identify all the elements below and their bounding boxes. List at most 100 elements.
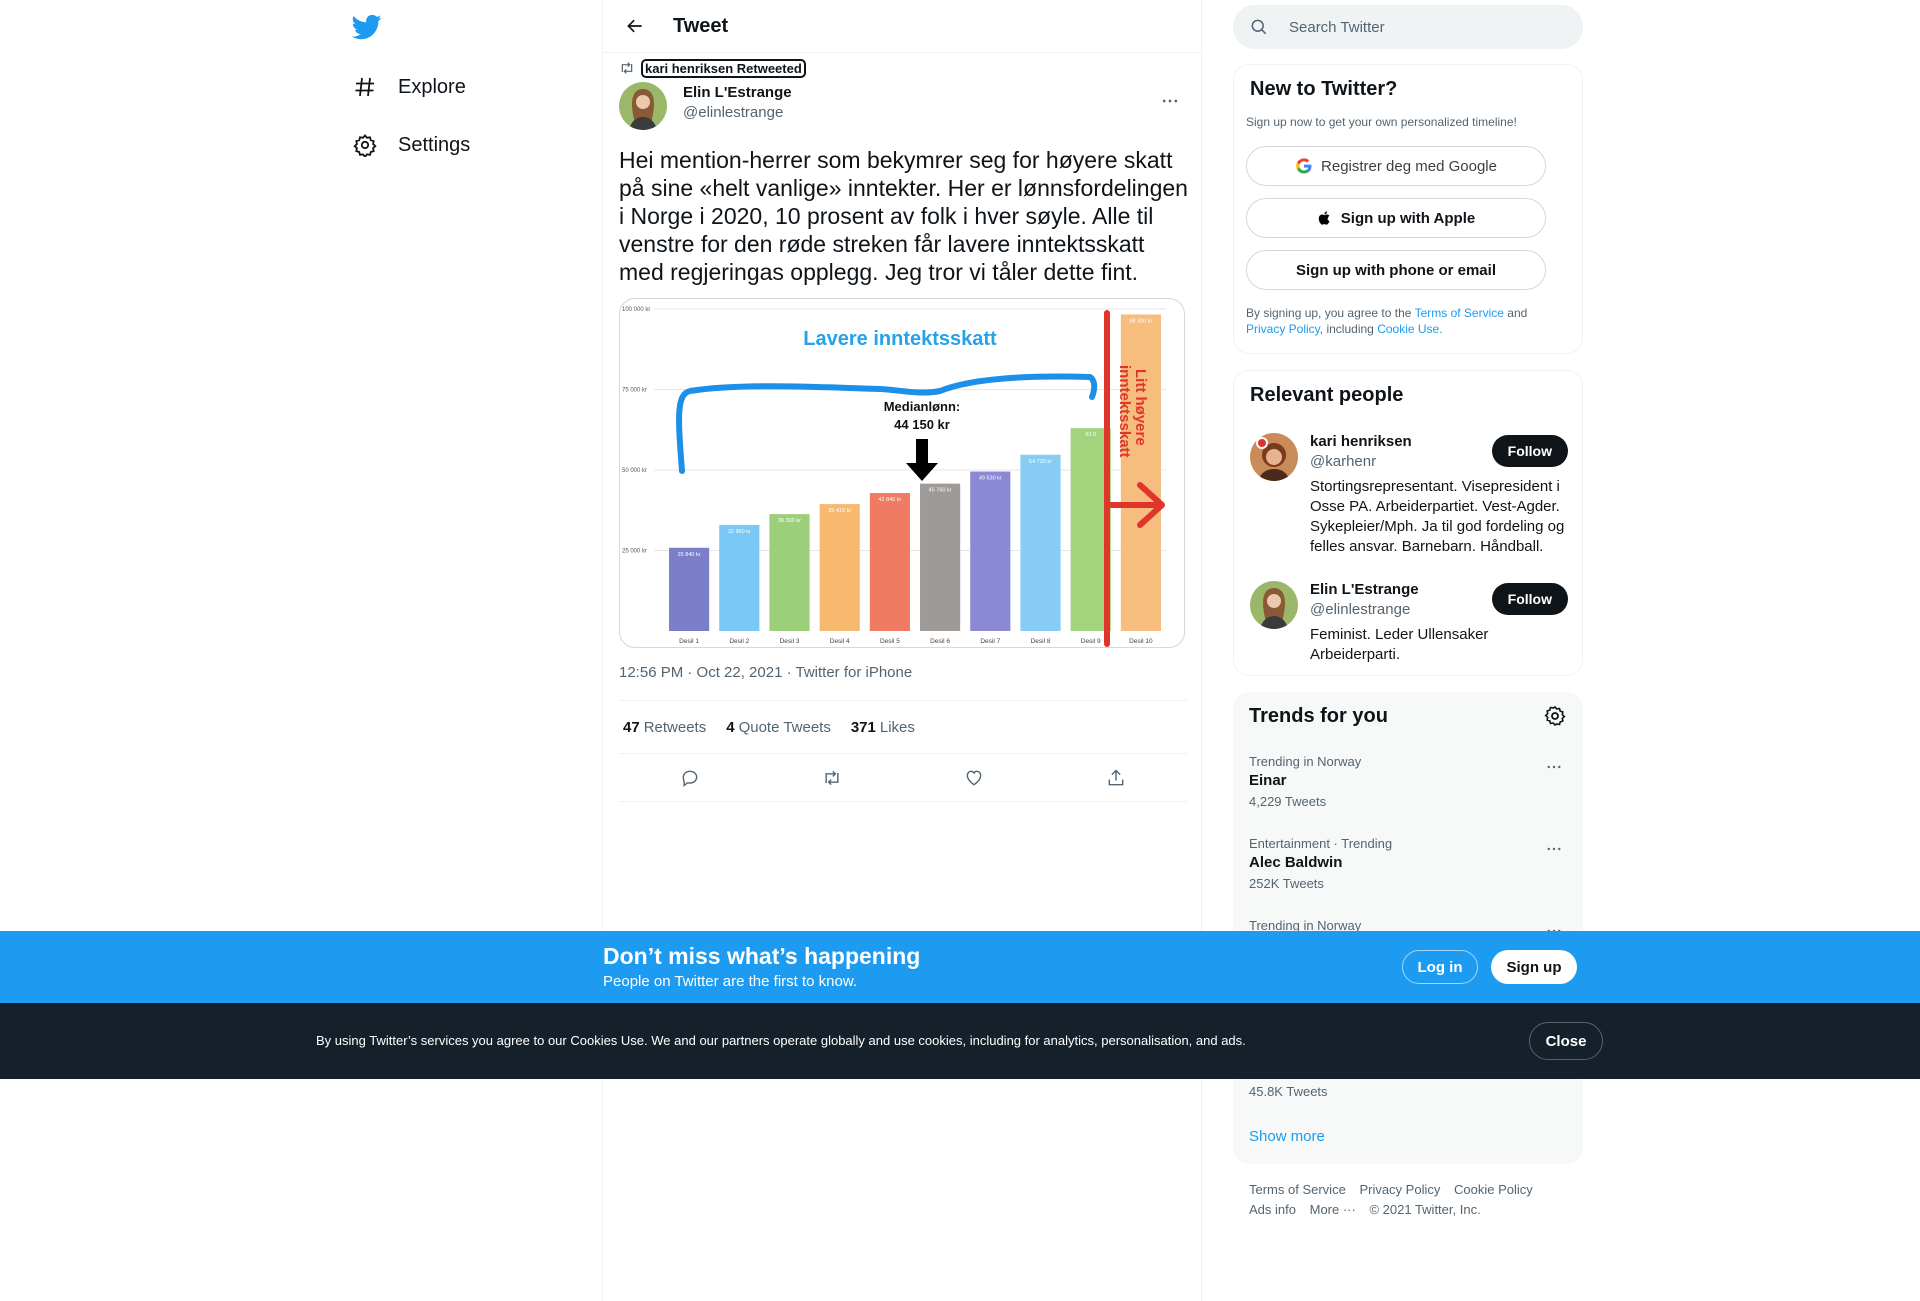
- income-distribution-chart: 25 000 kr 50 000 kr 75 000 kr 100 000 kr 25…: [622, 307, 1166, 647]
- person-bio: Stortingsrepresentant. Visepresident i O…: [1310, 478, 1565, 555]
- retweets-count: 47: [623, 718, 640, 736]
- share-button[interactable]: [1098, 760, 1134, 796]
- trend-item[interactable]: Entertainment · Trending Alec Baldwin 25…: [1249, 836, 1567, 891]
- phone-email-signup-button[interactable]: Sign up with phone or email: [1246, 250, 1546, 290]
- chart-bar: [1120, 314, 1161, 631]
- x-tick-label: Desil 8: [1031, 638, 1051, 645]
- relevant-person[interactable]: kari henriksen @karhenr Stortingsreprese…: [1250, 433, 1568, 563]
- new-to-twitter-card: New to Twitter? Sign up now to get your …: [1233, 64, 1583, 354]
- footer-privacy-link[interactable]: Privacy Policy: [1359, 1182, 1440, 1197]
- chart-bar: [769, 514, 810, 631]
- author-name[interactable]: Elin L'Estrange: [683, 84, 792, 101]
- login-button[interactable]: Log in: [1402, 950, 1478, 984]
- terms-link[interactable]: Terms of Service: [1415, 306, 1504, 320]
- tweet-detail-column: Tweet kari henriksen Retweeted Elin L'Es…: [602, 0, 1202, 1301]
- new-to-twitter-title: New to Twitter?: [1250, 78, 1398, 100]
- tweet-timestamp[interactable]: 12:56 PM · Oct 22, 2021 · Twitter for iP…: [619, 664, 912, 681]
- gear-icon[interactable]: [1543, 704, 1567, 728]
- person-name[interactable]: kari henriksen: [1310, 433, 1412, 450]
- relevant-person[interactable]: Elin L'Estrange @elinlestrange Feminist.…: [1250, 581, 1568, 665]
- tweet-image[interactable]: 25 000 kr 50 000 kr 75 000 kr 100 000 kr 25…: [619, 298, 1185, 648]
- y-tick-label: 25 000 kr: [622, 549, 647, 555]
- legal-including: , including: [1319, 322, 1374, 336]
- nav-settings-label: Settings: [398, 133, 471, 156]
- bar-value-label: 42 840 kr: [878, 497, 901, 503]
- person-avatar[interactable]: [1250, 581, 1298, 629]
- x-tick-label: Desil 2: [729, 638, 749, 645]
- x-tick-label: Desil 4: [830, 638, 850, 645]
- signup-button[interactable]: Sign up: [1491, 950, 1577, 984]
- search-bar[interactable]: [1233, 5, 1583, 49]
- twitter-logo-icon[interactable]: [351, 12, 384, 44]
- person-avatar[interactable]: [1250, 433, 1298, 481]
- gear-icon: [352, 132, 378, 158]
- retweet-button[interactable]: [814, 760, 850, 796]
- back-arrow-icon: [627, 19, 642, 33]
- person-handle[interactable]: @karhenr: [1310, 453, 1376, 470]
- chart-bar: [920, 483, 961, 631]
- bar-value-label: 25 840 kr: [678, 552, 701, 558]
- show-more-link[interactable]: Show more: [1249, 1128, 1325, 1145]
- nav-explore[interactable]: Explore: [352, 63, 466, 111]
- chart-bar: [669, 547, 710, 631]
- privacy-link[interactable]: Privacy Policy: [1246, 322, 1320, 336]
- bar-value-label: 45 760 kr: [929, 488, 952, 494]
- reply-button[interactable]: [672, 760, 708, 796]
- person-name[interactable]: Elin L'Estrange: [1310, 581, 1419, 598]
- x-tick-label: Desil 9: [1081, 638, 1101, 645]
- hashtag-icon: [352, 74, 378, 100]
- tweet-text: Hei mention-herrer som bekymrer seg for …: [619, 147, 1188, 285]
- author-avatar[interactable]: [619, 82, 667, 130]
- tweet-stats: 47 Retweets 4 Quote Tweets 371 Likes: [619, 700, 1187, 754]
- bar-value-label: 36 300 kr: [778, 518, 801, 524]
- share-icon: [1108, 768, 1124, 785]
- footer-ads-link[interactable]: Ads info: [1249, 1202, 1296, 1217]
- apple-signup-label: Sign up with Apple: [1340, 209, 1476, 227]
- phone-email-signup-label: Sign up with phone or email: [1295, 261, 1496, 279]
- quotes-label: Quote Tweets: [738, 718, 831, 736]
- likes-stat[interactable]: 371 Likes: [851, 719, 915, 736]
- footer-more-link[interactable]: More ···: [1310, 1202, 1356, 1217]
- trend-name: Einar: [1249, 772, 1287, 789]
- footer-copyright: © 2021 Twitter, Inc.: [1369, 1202, 1481, 1217]
- bar-value-label: 32 950 kr: [728, 529, 751, 535]
- y-tick-label: 100 000 kr: [622, 307, 650, 313]
- follow-button[interactable]: Follow: [1491, 435, 1568, 467]
- chart-bar: [869, 493, 910, 631]
- trend-item[interactable]: 45.8K Tweets: [1249, 1084, 1567, 1099]
- tweet-actions: [619, 754, 1187, 802]
- trend-item[interactable]: Trending in Norway Einar 4,229 Tweets: [1249, 754, 1567, 809]
- google-signup-button[interactable]: Registrer deg med Google: [1246, 146, 1546, 186]
- person-handle[interactable]: @elinlestrange: [1310, 601, 1410, 618]
- retweeted-by-link[interactable]: kari henriksen Retweeted: [641, 58, 806, 78]
- footer-cookie-link[interactable]: Cookie Policy: [1454, 1182, 1533, 1197]
- retweets-stat[interactable]: 47 Retweets: [623, 719, 706, 736]
- retweet-icon: [825, 770, 839, 785]
- footer-terms-link[interactable]: Terms of Service: [1249, 1182, 1346, 1197]
- x-tick-label: Desil 5: [880, 638, 900, 645]
- legal-intro: By signing up, you agree to the: [1246, 306, 1412, 320]
- quotes-stat[interactable]: 4 Quote Tweets: [726, 719, 831, 736]
- trend-count: 252K Tweets: [1249, 876, 1324, 891]
- nav-settings[interactable]: Settings: [352, 121, 470, 169]
- author-handle[interactable]: @elinlestrange: [683, 104, 783, 121]
- median-arrow: [906, 439, 938, 481]
- apple-signup-button[interactable]: Sign up with Apple: [1246, 198, 1546, 238]
- trend-count: 45.8K Tweets: [1249, 1084, 1328, 1099]
- google-signup-label: Registrer deg med Google: [1321, 157, 1497, 175]
- cookie-close-button[interactable]: Close: [1529, 1022, 1603, 1060]
- new-to-twitter-subtitle: Sign up now to get your own personalized…: [1246, 115, 1517, 129]
- like-button[interactable]: [956, 760, 992, 796]
- chart-annotation-lower-tax: Lavere inntektsskatt: [803, 328, 997, 350]
- retweets-label: Retweets: [643, 718, 707, 736]
- heart-icon: [966, 770, 982, 786]
- signup-legal-text: By signing up, you agree to the Terms of…: [1246, 305, 1566, 337]
- back-button[interactable]: [617, 8, 653, 44]
- trend-more-button[interactable]: [1541, 754, 1567, 780]
- trend-more-button[interactable]: [1541, 836, 1567, 862]
- tweet-more-button[interactable]: [1153, 84, 1187, 118]
- cookie-use-link[interactable]: Cookie Use.: [1377, 322, 1442, 336]
- follow-button[interactable]: Follow: [1491, 583, 1568, 615]
- search-input[interactable]: [1289, 18, 1559, 36]
- banner-title: Don’t miss what’s happening: [603, 943, 921, 969]
